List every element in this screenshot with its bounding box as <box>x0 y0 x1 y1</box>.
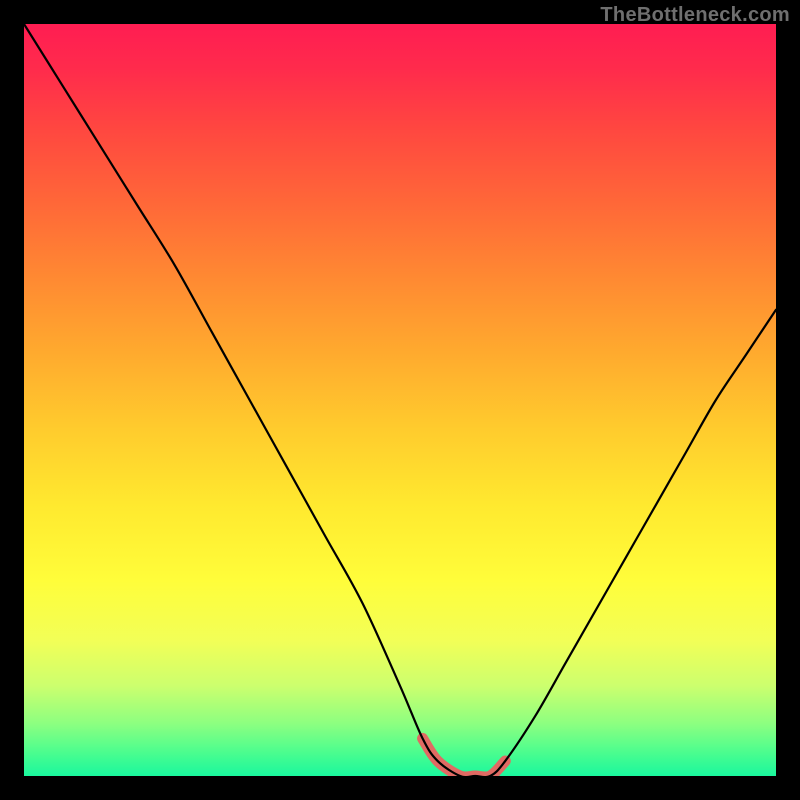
plot-frame <box>24 24 776 776</box>
bottleneck-curve <box>24 24 776 776</box>
curve-svg <box>24 24 776 776</box>
chart-stage: TheBottleneck.com <box>0 0 800 800</box>
